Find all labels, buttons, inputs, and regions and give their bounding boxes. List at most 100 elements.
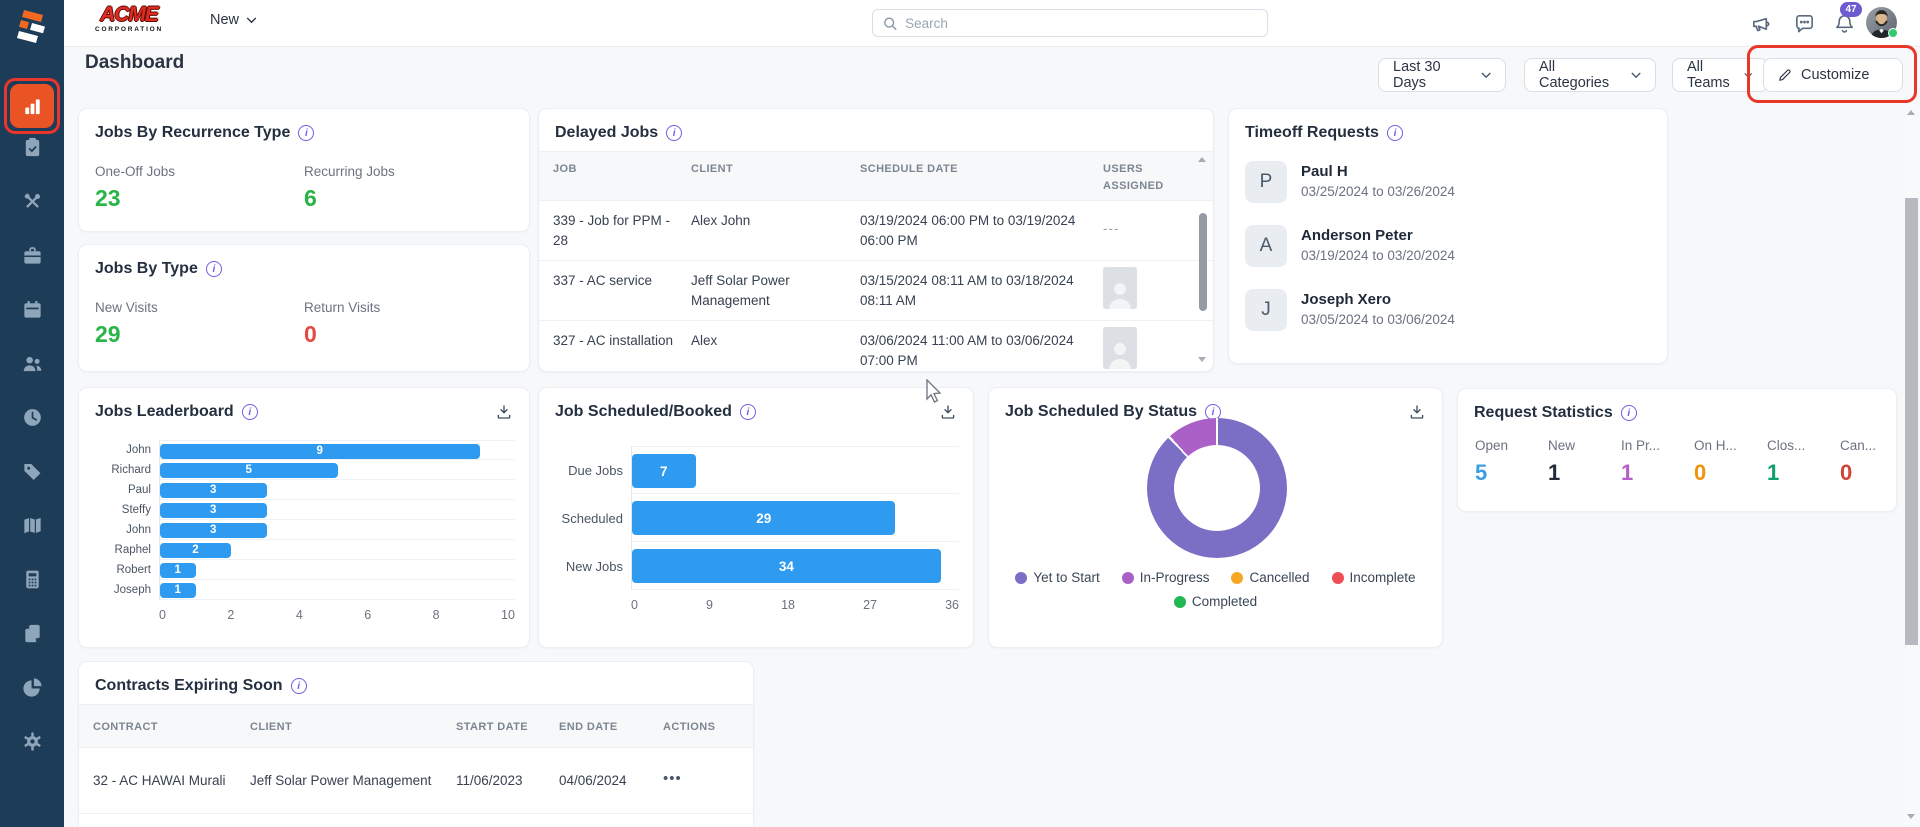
download-icon[interactable] [495,403,513,426]
sidebar-item-dashboard[interactable] [0,84,64,128]
bar-value-label: 1 [175,564,181,576]
timeoff-entry[interactable]: AAnderson Peter03/19/2024 to 03/20/2024 [1245,225,1455,267]
sidebar-item-tasks[interactable] [0,138,64,162]
bar-category-label: Steffy [95,504,159,516]
sidebar-item-clock[interactable] [0,408,64,432]
sidebar-item-calendar[interactable] [0,300,64,324]
leaderboard-chart: John9Richard5Paul3Steffy3John3Raphel2Rob… [95,440,515,636]
request-stat-value: 5 [1475,460,1522,486]
legend-item-completed: Completed [1174,594,1257,609]
cell: Jeff Solar Power Management [250,771,450,791]
stat-label: Return Visits [304,300,513,315]
info-icon[interactable]: i [206,261,222,277]
sidebar-item-pie-chart[interactable] [0,678,64,702]
card-jobs-by-recurrence-type: Jobs By Recurrence Typei One-Off Jobs23R… [78,108,530,232]
sidebar-item-tag[interactable] [0,462,64,486]
info-icon[interactable]: i [298,125,314,141]
new-menu-button[interactable]: New [210,12,257,28]
bar-plot-area: 5 [159,460,515,480]
column-header: CLIENT [250,719,450,736]
pie-chart-icon [21,676,44,704]
bar-row: New Jobs34 [553,542,959,590]
recurrence-stat-0: One-Off Jobs23 [95,164,304,212]
page-scrollbar-thumb[interactable] [1905,198,1918,645]
bar-category-label: New Jobs [553,559,631,574]
card-title: Contracts Expiring Soon [95,677,283,695]
info-icon[interactable]: i [1387,125,1403,141]
legend-dot [1015,572,1027,584]
info-icon[interactable]: i [740,404,756,420]
legend-label: Completed [1192,594,1257,609]
search-input[interactable] [905,16,1257,31]
request-stat: New1 [1548,438,1595,486]
acme-logo-text: ACME [84,4,174,26]
timeoff-entry[interactable]: JJoseph Xero03/05/2024 to 03/06/2024 [1245,289,1455,331]
timeoff-entry[interactable]: PPaul H03/25/2024 to 03/26/2024 [1245,161,1455,203]
timeoff-dates: 03/19/2024 to 03/20/2024 [1301,248,1455,263]
row-actions-button[interactable]: ••• [663,768,682,790]
delayed-job-row[interactable]: 327 - AC installationAlex03/06/2024 11:0… [539,321,1213,373]
info-icon[interactable]: i [666,125,682,141]
bar-row: Paul3 [95,480,515,500]
bar: 34 [632,549,941,583]
request-stat-label: New [1548,438,1595,453]
page-scroll-down[interactable] [1907,814,1915,819]
sidebar-item-calculator[interactable] [0,570,64,594]
sidebar-item-tools[interactable] [0,192,64,216]
column-header: JOB [553,161,681,178]
category-filter[interactable]: All Categories [1524,58,1656,92]
bar-category-label: Robert [95,564,159,576]
delayed-job-row[interactable]: 337 - AC serviceJeff Solar Power Managem… [539,261,1213,321]
legend-dot [1231,572,1243,584]
sidebar-item-users[interactable] [0,354,64,378]
timeoff-name: Joseph Xero [1301,289,1455,308]
column-header: SCHEDULE DATE [860,161,1092,178]
bar: 1 [160,563,196,578]
download-icon[interactable] [939,403,957,426]
online-status-dot [1888,28,1898,38]
table-scroll-up[interactable] [1198,157,1206,162]
request-stat-value: 0 [1840,460,1887,486]
contract-row[interactable]: 32 - AC HAWAI MuraliJeff Solar Power Man… [79,748,753,814]
acme-logo-subtext: CORPORATION [84,26,174,33]
chat-icon[interactable] [1790,9,1818,37]
page-scroll-up[interactable] [1907,110,1915,115]
request-stat: In Pr...1 [1621,438,1668,486]
legend-label: Incomplete [1350,570,1416,585]
cell: 04/06/2024 [559,771,651,791]
table-scroll-down[interactable] [1198,357,1206,362]
info-icon[interactable]: i [291,678,307,694]
timeoff-dates: 03/25/2024 to 03/26/2024 [1301,184,1455,199]
chevron-down-icon [1481,72,1491,79]
customize-button[interactable]: Customize [1763,58,1903,92]
megaphone-icon[interactable] [1747,9,1775,37]
stat-value: 29 [95,321,304,348]
donut-legend-row-1: Yet to StartIn-ProgressCancelledIncomple… [989,570,1442,585]
sidebar-item-briefcase[interactable] [0,246,64,270]
bar: 3 [160,523,267,538]
table-scrollbar-thumb[interactable] [1199,213,1207,311]
team-filter-label: All Teams [1687,59,1735,91]
info-icon[interactable]: i [1621,405,1637,421]
contracts-table-header: CONTRACTCLIENTSTART DATEEND DATEACTIONS [79,704,753,748]
delayed-job-row[interactable]: 339 - Job for PPM - 28Alex John03/19/202… [539,201,1213,261]
column-header: ACTIONS [663,719,733,736]
tick-label: 0 [631,598,638,612]
assigned-users-empty: --- [1103,219,1189,239]
date-range-filter[interactable]: Last 30 Days [1378,58,1506,92]
sidebar-item-settings[interactable] [0,732,64,756]
team-filter[interactable]: All Teams [1672,58,1768,92]
sidebar-item-map[interactable] [0,516,64,540]
cell: 03/06/2024 11:00 AM to 03/06/2024 07:00 … [860,331,1092,370]
bar-plot-area: 3 [159,520,515,540]
bar: 9 [160,444,480,459]
bar-plot-area: 9 [159,440,515,460]
settings-icon [21,730,44,758]
sidebar-item-documents[interactable] [0,624,64,648]
request-stat-value: 0 [1694,460,1741,486]
download-icon[interactable] [1408,403,1426,426]
info-icon[interactable]: i [242,404,258,420]
legend-item-incomplete: Incomplete [1332,570,1416,585]
bar-category-label: Due Jobs [553,463,631,478]
bar: 29 [632,501,895,535]
